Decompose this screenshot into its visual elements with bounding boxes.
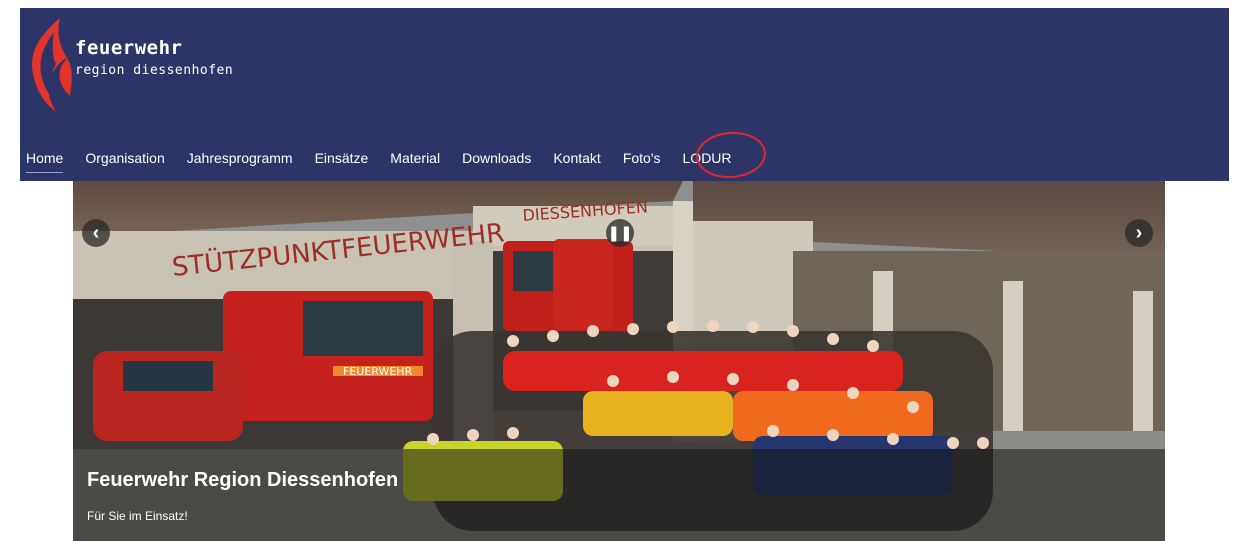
logo-title: feuerwehr [75, 37, 183, 59]
main-nav: Home Organisation Jahresprogramm Einsätz… [20, 143, 748, 173]
caption-subtitle: Für Sie im Einsatz! [87, 509, 188, 523]
nav-item-fotos[interactable]: Foto's [623, 150, 661, 166]
nav-item-kontakt[interactable]: Kontakt [553, 150, 600, 166]
nav-item-downloads[interactable]: Downloads [462, 150, 531, 166]
hero-slider[interactable]: STÜTZPUNKTFEUERWEHR DIESSENHOFEN FEUERWE… [73, 181, 1165, 541]
site-header: feuerwehr region diessenhofen Home Organ… [20, 8, 1229, 181]
chevron-right-icon[interactable]: › [1125, 219, 1153, 247]
nav-item-einsaetze[interactable]: Einsätze [315, 150, 369, 166]
nav-item-material[interactable]: Material [390, 150, 440, 166]
nav-item-lodur[interactable]: LODUR [683, 150, 732, 166]
chevron-left-icon[interactable]: ‹ [82, 219, 110, 247]
nav-item-jahresprogramm[interactable]: Jahresprogramm [187, 150, 293, 166]
slide-caption: Feuerwehr Region Diessenhofen Für Sie im… [73, 449, 1165, 541]
pause-icon[interactable]: ❚❚ [606, 219, 634, 247]
site-logo[interactable]: feuerwehr region diessenhofen [26, 16, 246, 116]
nav-item-organisation[interactable]: Organisation [85, 150, 164, 166]
caption-title: Feuerwehr Region Diessenhofen [87, 469, 399, 491]
truck-label: FEUERWEHR [343, 365, 413, 378]
flame-icon [32, 18, 72, 112]
logo-subtitle: region diessenhofen [75, 63, 234, 78]
nav-item-home[interactable]: Home [26, 150, 64, 173]
